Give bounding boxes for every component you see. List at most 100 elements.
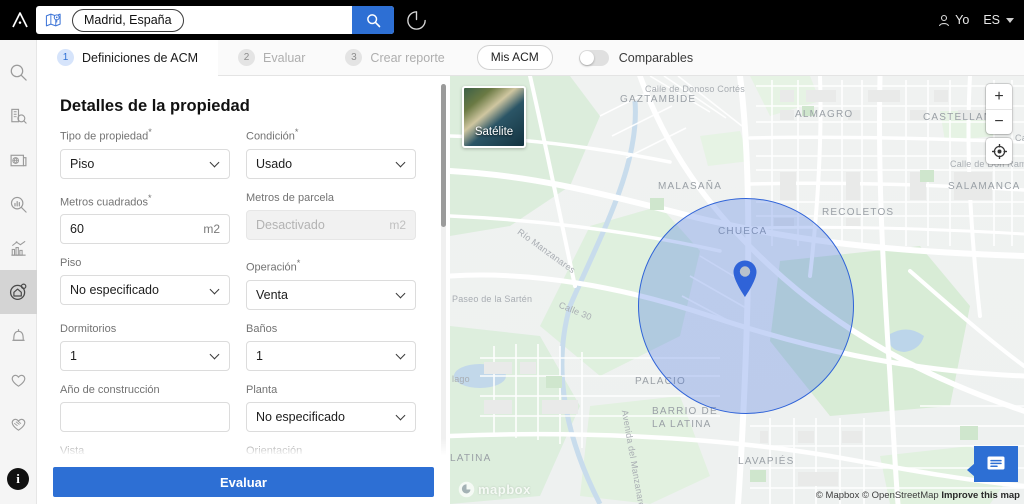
field-label: Vista: [60, 444, 85, 457]
sidebar-item-news[interactable]: [0, 138, 37, 182]
comparables-label: Comparables: [618, 50, 694, 65]
chevron-down-icon: [211, 286, 220, 295]
top-header-bar: Madrid, España Yo ES: [0, 0, 1024, 40]
bedrooms-select[interactable]: 1: [60, 340, 230, 371]
chevron-down-icon: [397, 290, 406, 299]
sidebar-item-search[interactable]: [0, 50, 37, 94]
field-label: Planta: [246, 383, 278, 396]
comparables-toggle-group: Comparables: [578, 49, 694, 66]
chevron-down-icon: [397, 159, 406, 168]
tab-label: Evaluar: [263, 50, 306, 65]
geolocate-button[interactable]: [986, 138, 1012, 164]
property-details-form: Tipo de propiedad* Piso Condición* Usado Met…: [37, 126, 450, 493]
field-label: Tipo de propiedad*: [60, 127, 152, 143]
form-field: Operación* Venta: [246, 257, 416, 310]
user-menu[interactable]: Yo: [938, 13, 969, 27]
search-input[interactable]: [184, 6, 352, 34]
storey-select[interactable]: No especificado: [246, 401, 416, 432]
info-button[interactable]: i: [7, 468, 29, 490]
sidebar-item-alerts[interactable]: [0, 314, 37, 358]
building-search-icon: [10, 108, 27, 124]
satellite-layer-button[interactable]: Satélite: [462, 86, 526, 148]
mapbox-wordmark: mapbox: [478, 482, 531, 497]
floor-select[interactable]: No especificado: [60, 275, 230, 306]
search-icon: [10, 64, 27, 81]
form-field: Tipo de propiedad* Piso: [60, 126, 230, 179]
field-value: Usado: [256, 156, 293, 171]
field-value: Piso: [70, 156, 95, 171]
operation-select[interactable]: Venta: [246, 279, 416, 310]
zoom-in-button[interactable]: +: [986, 84, 1012, 109]
location-search-bar[interactable]: Madrid, España: [36, 6, 394, 34]
form-row: Año de construcción Planta No especificado: [60, 384, 425, 432]
mis-acm-button[interactable]: Mis ACM: [476, 45, 553, 70]
mapbox-mark-icon: [458, 481, 475, 498]
sidebar-item-favorites[interactable]: [0, 358, 37, 402]
construction-year-input[interactable]: [60, 401, 230, 432]
zoom-out-button[interactable]: −: [986, 109, 1012, 134]
condition-select[interactable]: Usado: [246, 148, 416, 179]
sidebar-item-deals[interactable]: [0, 402, 37, 446]
form-row: Dormitorios 1 Baños 1: [60, 323, 425, 371]
satellite-label: Satélite: [474, 126, 514, 138]
app-logo[interactable]: [0, 0, 40, 40]
pie-chart-search-icon: [10, 196, 27, 213]
form-field: Condición* Usado: [246, 126, 416, 179]
evaluar-button[interactable]: Evaluar: [53, 467, 434, 497]
sidebar-item-building-search[interactable]: [0, 94, 37, 138]
sidebar-item-market-trends[interactable]: [0, 226, 37, 270]
tab-step-number: 1: [57, 49, 74, 66]
attrib-osm[interactable]: © OpenStreetMap: [862, 490, 939, 501]
language-selector[interactable]: ES: [983, 13, 1014, 27]
handshake-heart-icon: [11, 418, 25, 431]
required-marker: *: [294, 127, 299, 137]
bathrooms-select[interactable]: 1: [246, 340, 416, 371]
map-zoom-controls: + −: [986, 84, 1012, 134]
property-marker[interactable]: [731, 258, 759, 303]
news-globe-icon: [10, 154, 26, 166]
field-label: Orientación: [246, 444, 303, 457]
comparables-toggle[interactable]: [578, 49, 609, 66]
tab-definiciones-de-acm[interactable]: 1 Definiciones de ACM: [37, 39, 219, 76]
search-location-chip[interactable]: Madrid, España: [72, 8, 184, 32]
property-type-select[interactable]: Piso: [60, 148, 230, 179]
refresh-button[interactable]: [402, 6, 430, 34]
field-label: Operación*: [246, 258, 301, 274]
mapbox-logo[interactable]: mapbox: [458, 481, 531, 498]
field-value: Venta: [256, 287, 288, 302]
bar-chart-trend-icon: [10, 240, 26, 256]
tab-step-number: 2: [238, 49, 256, 66]
chevron-down-icon: [211, 159, 220, 168]
required-marker: *: [148, 192, 152, 203]
sidebar-item-valuation[interactable]: [0, 270, 37, 314]
field-label: Dormitorios: [60, 322, 117, 335]
map-marker-icon: [733, 260, 757, 297]
workflow-tabbar: 1 Definiciones de ACM 2 Evaluar 3 Crear …: [37, 39, 1024, 76]
sidebar-item-analytics-search[interactable]: [0, 182, 37, 226]
user-label: Yo: [955, 13, 970, 27]
chat-support-button[interactable]: [967, 446, 1018, 482]
form-scrollbar-thumb[interactable]: [441, 84, 446, 227]
person-icon: [939, 14, 950, 26]
app-root: Madrid, España Yo ES i 1 Definiciones de…: [0, 0, 1024, 504]
chevron-down-icon: [1006, 17, 1014, 23]
search-submit-button[interactable]: [352, 6, 394, 34]
field-unit-suffix: m2: [203, 222, 220, 237]
tab-crear-reporte[interactable]: 3 Crear reporte: [325, 40, 464, 76]
panel-action-bar: Evaluar: [37, 460, 450, 504]
attrib-mapbox[interactable]: © Mapbox: [816, 490, 859, 501]
tab-evaluar[interactable]: 2 Evaluar: [218, 40, 325, 76]
map-view[interactable]: Calle de Donoso Cortés GAZTAMBIDE ALMAGRO C…: [450, 76, 1024, 504]
improve-map-link[interactable]: Improve this map: [941, 490, 1020, 501]
form-scrollbar-track[interactable]: [441, 84, 446, 466]
chevron-down-icon: [397, 351, 406, 360]
crosshair-icon: [991, 143, 1007, 159]
field-value: 60: [70, 222, 84, 237]
page-title: Detalles de la propiedad: [60, 97, 250, 115]
bell-icon: [11, 328, 25, 341]
field-label: Condición*: [246, 127, 299, 143]
left-nav-rail: i: [0, 40, 37, 504]
plot-meters-input: Desactivado m2: [246, 209, 416, 240]
square-meters-input[interactable]: 60 m2: [60, 214, 230, 245]
form-row: Piso No especificado Operación* Venta: [60, 257, 425, 310]
